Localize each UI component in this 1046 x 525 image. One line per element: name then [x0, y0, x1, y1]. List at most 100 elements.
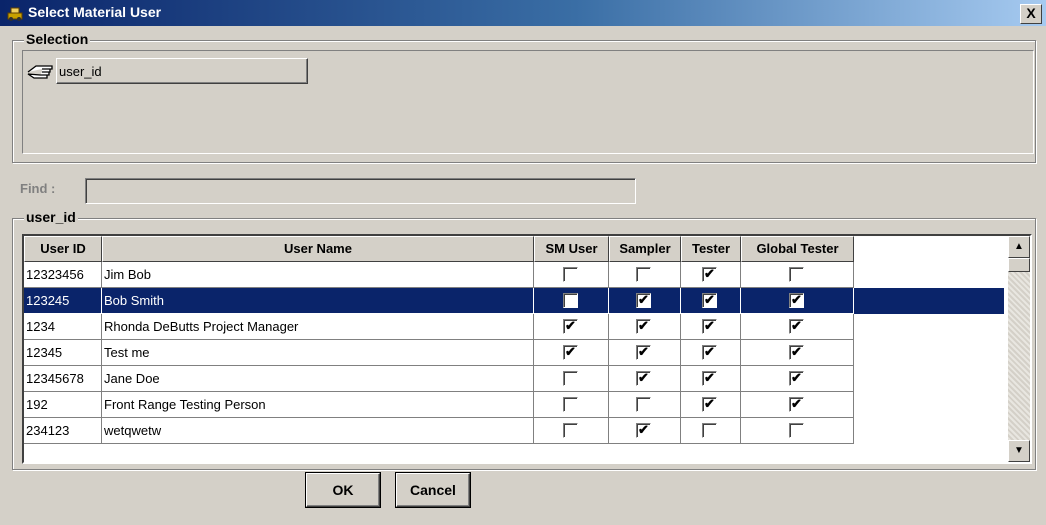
tester-checkbox-cell: ✔	[681, 392, 741, 418]
find-input[interactable]	[85, 178, 636, 204]
tester-checkbox[interactable]	[702, 423, 717, 438]
global-tester-checkbox-cell: ✔	[741, 314, 854, 340]
sampler-checkbox[interactable]: ✔	[636, 345, 651, 360]
close-button[interactable]: X	[1020, 4, 1042, 24]
user-id-cell[interactable]: 12345678	[24, 366, 102, 392]
global-tester-checkbox[interactable]: ✔	[789, 345, 804, 360]
user-id-cell[interactable]: 12345	[24, 340, 102, 366]
sampler-checkbox-cell: ✔	[609, 288, 681, 314]
table-row[interactable]: 234123 wetqwetw ✔	[24, 418, 1004, 444]
sm-user-checkbox[interactable]	[563, 371, 578, 386]
user-name-cell[interactable]: Test me	[102, 340, 534, 366]
hand-pointer-icon	[27, 65, 53, 79]
global-tester-checkbox[interactable]: ✔	[789, 371, 804, 386]
table-row[interactable]: 12345 Test me ✔ ✔ ✔ ✔	[24, 340, 1004, 366]
global-tester-checkbox-cell	[741, 262, 854, 288]
global-tester-checkbox-cell: ✔	[741, 288, 854, 314]
user-id-cell[interactable]: 12323456	[24, 262, 102, 288]
user-name-cell[interactable]: Bob Smith	[102, 288, 534, 314]
vertical-scrollbar[interactable]: ▲ ▼	[1008, 236, 1030, 462]
global-tester-checkbox[interactable]	[789, 267, 804, 282]
cancel-button[interactable]: Cancel	[396, 473, 470, 507]
tester-checkbox-cell: ✔	[681, 366, 741, 392]
table-row[interactable]: 12345678 Jane Doe ✔ ✔ ✔	[24, 366, 1004, 392]
sampler-checkbox[interactable]	[636, 397, 651, 412]
tester-checkbox[interactable]: ✔	[702, 397, 717, 412]
user-name-cell[interactable]: Front Range Testing Person	[102, 392, 534, 418]
table-row[interactable]: 123245 Bob Smith ✔ ✔ ✔	[24, 288, 1004, 314]
app-icon	[7, 7, 23, 21]
title-bar[interactable]: Select Material User X	[0, 0, 1046, 26]
table-row[interactable]: 1234 Rhonda DeButts Project Manager ✔ ✔ ✔ ✔	[24, 314, 1004, 340]
sm-user-checkbox-cell	[534, 392, 609, 418]
column-header-sampler[interactable]: Sampler	[609, 236, 681, 262]
global-tester-checkbox-cell: ✔	[741, 366, 854, 392]
sampler-checkbox-cell: ✔	[609, 340, 681, 366]
sm-user-checkbox[interactable]	[563, 267, 578, 282]
sampler-checkbox[interactable]: ✔	[636, 319, 651, 334]
user-list-legend: user_id	[24, 209, 78, 225]
column-header-sm-user[interactable]: SM User	[534, 236, 609, 262]
tester-checkbox-cell: ✔	[681, 288, 741, 314]
tester-checkbox-cell	[681, 418, 741, 444]
sampler-checkbox-cell: ✔	[609, 366, 681, 392]
user-id-cell[interactable]: 1234	[24, 314, 102, 340]
user-name-cell[interactable]: Rhonda DeButts Project Manager	[102, 314, 534, 340]
sm-user-checkbox[interactable]: ✔	[563, 345, 578, 360]
user-id-cell[interactable]: 192	[24, 392, 102, 418]
tester-checkbox[interactable]: ✔	[702, 371, 717, 386]
sm-user-checkbox[interactable]: ✔	[563, 319, 578, 334]
selection-legend: Selection	[24, 31, 91, 47]
sampler-checkbox[interactable]: ✔	[636, 293, 651, 308]
sm-user-checkbox[interactable]	[563, 423, 578, 438]
sampler-checkbox[interactable]: ✔	[636, 423, 651, 438]
sm-user-checkbox[interactable]	[563, 397, 578, 412]
sampler-checkbox-cell	[609, 262, 681, 288]
sm-user-checkbox-cell	[534, 288, 609, 314]
user-name-cell[interactable]: Jane Doe	[102, 366, 534, 392]
column-header-user-id[interactable]: User ID	[24, 236, 102, 262]
sm-user-checkbox-cell	[534, 418, 609, 444]
global-tester-checkbox[interactable]	[789, 423, 804, 438]
global-tester-checkbox[interactable]: ✔	[789, 319, 804, 334]
user-id-cell[interactable]: 234123	[24, 418, 102, 444]
sort-field-chip[interactable]: user_id	[56, 58, 308, 84]
user-grid[interactable]: User ID User Name SM User Sampler Tester…	[22, 234, 1032, 464]
tester-checkbox-cell: ✔	[681, 314, 741, 340]
sm-user-checkbox[interactable]	[563, 293, 578, 308]
table-row[interactable]: 192 Front Range Testing Person ✔ ✔	[24, 392, 1004, 418]
sampler-checkbox-cell	[609, 392, 681, 418]
sampler-checkbox-cell: ✔	[609, 418, 681, 444]
scroll-thumb[interactable]	[1008, 258, 1030, 272]
column-header-user-name[interactable]: User Name	[102, 236, 534, 262]
sm-user-checkbox-cell: ✔	[534, 314, 609, 340]
global-tester-checkbox-cell	[741, 418, 854, 444]
find-label: Find :	[20, 181, 56, 196]
global-tester-checkbox-cell: ✔	[741, 392, 854, 418]
scroll-down-icon[interactable]: ▼	[1008, 440, 1030, 462]
table-row[interactable]: 12323456 Jim Bob ✔	[24, 262, 1004, 288]
sampler-checkbox[interactable]: ✔	[636, 371, 651, 386]
sm-user-checkbox-cell	[534, 262, 609, 288]
sm-user-checkbox-cell: ✔	[534, 340, 609, 366]
user-name-cell[interactable]: wetqwetw	[102, 418, 534, 444]
global-tester-checkbox-cell: ✔	[741, 340, 854, 366]
tester-checkbox-cell: ✔	[681, 340, 741, 366]
global-tester-checkbox[interactable]: ✔	[789, 293, 804, 308]
user-name-cell[interactable]: Jim Bob	[102, 262, 534, 288]
sampler-checkbox-cell: ✔	[609, 314, 681, 340]
global-tester-checkbox[interactable]: ✔	[789, 397, 804, 412]
column-header-global-tester[interactable]: Global Tester	[741, 236, 854, 262]
sm-user-checkbox-cell	[534, 366, 609, 392]
tester-checkbox[interactable]: ✔	[702, 267, 717, 282]
column-header-tester[interactable]: Tester	[681, 236, 741, 262]
scroll-up-icon[interactable]: ▲	[1008, 236, 1030, 258]
window-title: Select Material User	[28, 4, 162, 20]
ok-button[interactable]: OK	[306, 473, 380, 507]
sampler-checkbox[interactable]	[636, 267, 651, 282]
user-id-cell[interactable]: 123245	[24, 288, 102, 314]
tester-checkbox[interactable]: ✔	[702, 319, 717, 334]
tester-checkbox[interactable]: ✔	[702, 293, 717, 308]
tester-checkbox-cell: ✔	[681, 262, 741, 288]
tester-checkbox[interactable]: ✔	[702, 345, 717, 360]
